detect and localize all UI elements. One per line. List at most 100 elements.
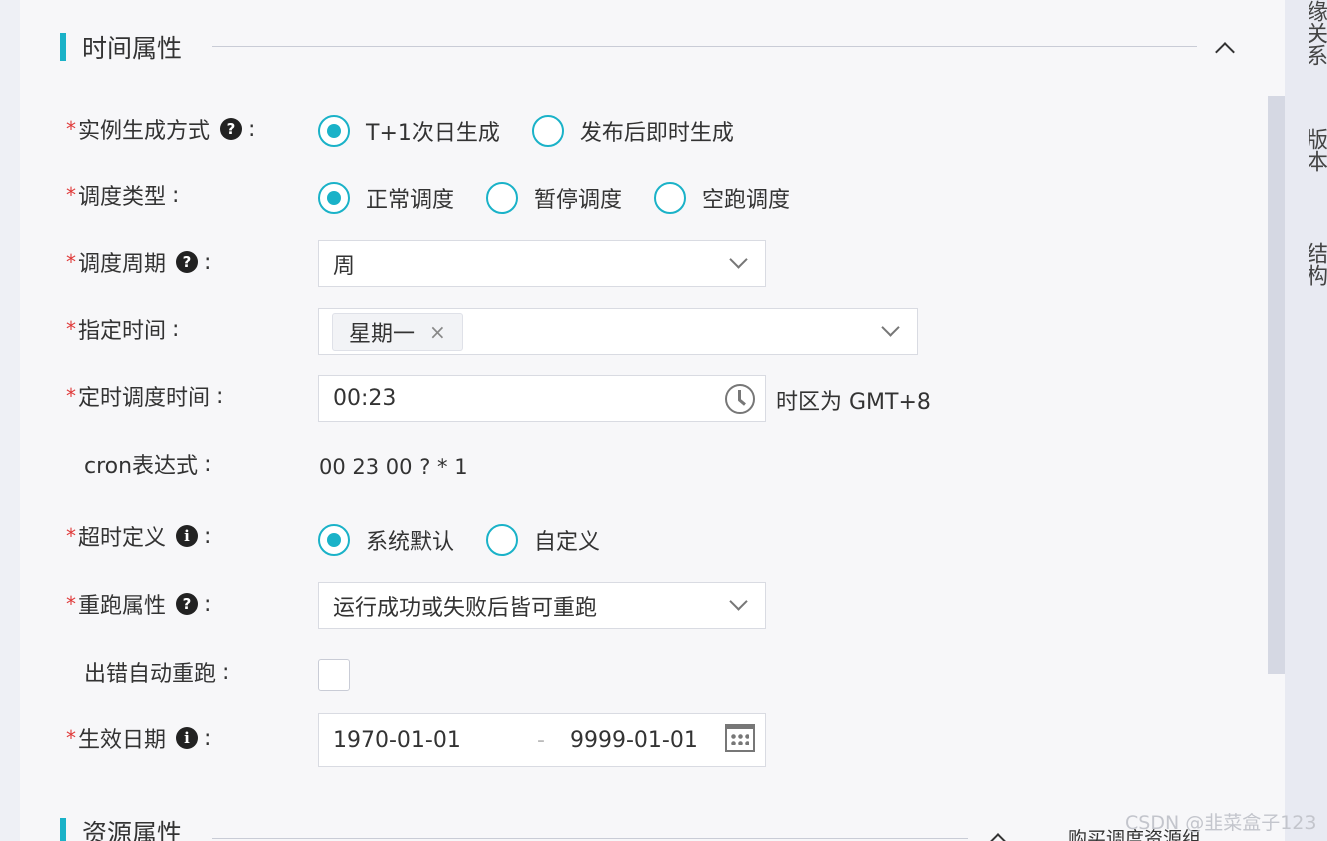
required-mark: *	[66, 726, 76, 750]
required-mark: *	[66, 317, 76, 341]
radio-system-default[interactable]: 系统默认	[318, 524, 454, 556]
chevron-down-icon	[729, 592, 748, 611]
time-value: 00:23	[333, 386, 397, 411]
start-date-value[interactable]: 1970-01-01	[333, 728, 461, 753]
info-icon[interactable]: i	[176, 525, 199, 547]
rerun-label: * 重跑属性 ? :	[66, 588, 211, 620]
radio-label: 暂停调度	[534, 188, 623, 213]
vertical-scrollbar[interactable]	[1268, 96, 1285, 674]
radio-checked-icon	[318, 182, 350, 214]
label-text: 实例生成方式	[78, 119, 211, 144]
rerun-select[interactable]: 运行成功或失败后皆可重跑	[318, 582, 766, 629]
left-gutter	[0, 0, 20, 841]
auto-rerun-checkbox[interactable]	[318, 659, 350, 691]
radio-t-plus-1[interactable]: T+1次日生成	[318, 115, 500, 147]
label-text: 调度类型	[78, 185, 167, 210]
section-title: 资源属性	[82, 819, 183, 841]
label-colon: :	[204, 249, 212, 275]
section-divider	[212, 46, 1197, 47]
radio-label: 自定义	[534, 530, 601, 555]
label-text: 生效日期	[78, 728, 167, 753]
radio-checked-icon	[318, 524, 350, 556]
section-accent-bar	[60, 818, 66, 841]
schedule-cycle-select[interactable]: 周	[318, 240, 766, 287]
help-icon[interactable]: ?	[176, 251, 199, 273]
right-side-rail: 缘关系 版本 结构	[1285, 0, 1327, 841]
label-text: 重跑属性	[78, 594, 167, 619]
label-colon: :	[172, 182, 180, 208]
chevron-down-icon	[729, 250, 748, 269]
label-text: 指定时间	[78, 319, 167, 344]
radio-label: 系统默认	[366, 530, 455, 555]
rail-tab-version[interactable]: 版本	[1309, 128, 1327, 182]
auto-rerun-label: 出错自动重跑 :	[84, 656, 229, 688]
label-text: 定时调度时间	[78, 386, 211, 411]
clock-icon[interactable]	[725, 384, 755, 414]
selected-tag: 星期一 ×	[332, 312, 463, 351]
specified-time-multiselect[interactable]: 星期一 ×	[318, 308, 918, 355]
required-mark: *	[66, 183, 76, 207]
required-mark: *	[66, 592, 76, 616]
cron-expression-value: 00 23 00 ? * 1	[319, 455, 468, 479]
label-colon: :	[204, 523, 212, 549]
calendar-icon[interactable]	[725, 724, 755, 752]
help-icon[interactable]: ?	[220, 118, 243, 140]
radio-unchecked-icon	[531, 115, 564, 147]
label-colon: :	[172, 316, 180, 342]
required-mark: *	[66, 524, 76, 548]
required-mark: *	[66, 384, 76, 408]
timed-schedule-time-label: * 定时调度时间 :	[66, 380, 223, 412]
radio-unchecked-icon	[486, 524, 519, 556]
radio-dry-run-schedule[interactable]: 空跑调度	[654, 182, 790, 214]
label-text: 出错自动重跑	[84, 662, 217, 687]
label-colon: :	[204, 725, 212, 751]
select-value: 运行成功或失败后皆可重跑	[333, 595, 598, 621]
section-title: 时间属性	[82, 34, 183, 63]
radio-label: T+1次日生成	[366, 121, 500, 146]
effective-date-label: * 生效日期 i :	[66, 722, 211, 754]
label-text: 超时定义	[78, 526, 167, 551]
radio-label: 空跑调度	[702, 188, 791, 213]
radio-checked-icon	[318, 115, 350, 147]
timezone-note: 时区为 GMT+8	[776, 390, 931, 415]
tag-label: 星期一	[349, 321, 416, 347]
rail-tab-structure[interactable]: 结构	[1309, 242, 1327, 296]
schedule-type-label: * 调度类型 :	[66, 179, 179, 211]
watermark: CSDN @韭菜盒子123	[1125, 812, 1317, 834]
tag-close-icon[interactable]: ×	[429, 320, 446, 344]
rail-tab-lineage[interactable]: 缘关系	[1309, 0, 1327, 72]
label-colon: :	[204, 591, 212, 617]
radio-unchecked-icon	[486, 182, 519, 214]
radio-unchecked-icon	[654, 182, 687, 214]
specified-time-label: * 指定时间 :	[66, 313, 179, 345]
label-colon: :	[248, 116, 256, 142]
instance-mode-label: * 实例生成方式 ? :	[66, 113, 255, 145]
label-colon: :	[204, 451, 212, 477]
label-text: cron表达式	[84, 454, 199, 479]
radio-label: 发布后即时生成	[579, 121, 734, 146]
radio-label: 正常调度	[366, 188, 455, 213]
end-date-value[interactable]: 9999-01-01	[570, 728, 698, 753]
label-colon: :	[222, 659, 230, 685]
date-range-picker[interactable]: 1970-01-01 - 9999-01-01	[318, 713, 766, 767]
timeout-label: * 超时定义 i :	[66, 520, 211, 552]
schedule-cycle-label: * 调度周期 ? :	[66, 246, 211, 278]
section-accent-bar	[60, 33, 66, 61]
section-divider	[212, 838, 968, 839]
resource-section-header[interactable]: 资源属性	[60, 812, 182, 841]
chevron-down-icon	[881, 318, 900, 337]
help-icon[interactable]: ?	[176, 593, 199, 615]
radio-pause-schedule[interactable]: 暂停调度	[486, 182, 622, 214]
date-range-separator: -	[537, 728, 545, 753]
radio-custom[interactable]: 自定义	[486, 524, 600, 556]
cron-label: cron表达式 :	[84, 448, 211, 480]
radio-publish-immediate[interactable]: 发布后即时生成	[531, 115, 734, 147]
select-value: 周	[333, 253, 356, 279]
instance-mode-radio-group: T+1次日生成 发布后即时生成	[318, 115, 766, 147]
radio-normal-schedule[interactable]: 正常调度	[318, 182, 454, 214]
timeout-radio-group: 系统默认 自定义	[318, 524, 632, 556]
time-section-header[interactable]: 时间属性	[60, 27, 182, 67]
required-mark: *	[66, 117, 76, 141]
info-icon[interactable]: i	[176, 727, 199, 749]
time-picker-input[interactable]: 00:23	[318, 375, 766, 422]
